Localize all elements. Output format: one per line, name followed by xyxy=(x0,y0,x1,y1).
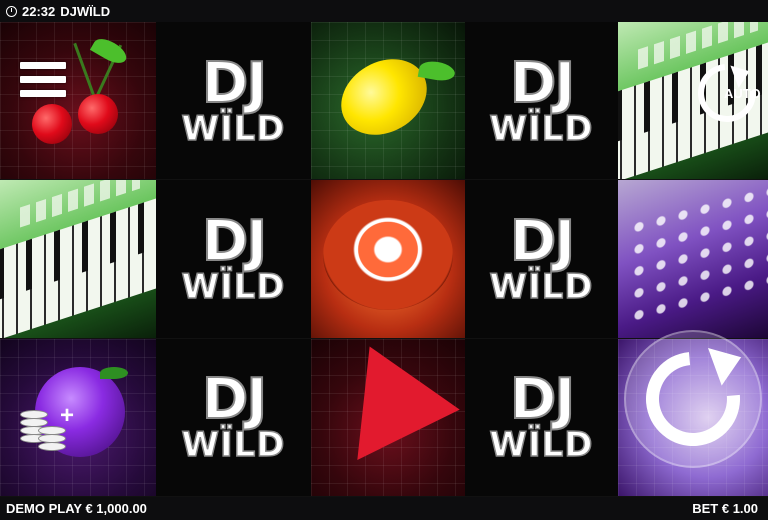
reel-2: DJ WÏLD DJ WÏLD DJ WÏLD xyxy=(156,22,311,497)
bet-display: BET € 1.00 xyxy=(692,501,758,516)
symbol-dj-wild: DJ WÏLD xyxy=(156,180,311,339)
symbol-dj-wild: DJ WÏLD xyxy=(465,180,618,339)
symbol-dj-wild: DJ WÏLD xyxy=(156,22,311,181)
symbol-dj-wild: DJ WÏLD xyxy=(465,22,618,181)
clock-time: 22:32 xyxy=(22,3,56,19)
clock-icon xyxy=(6,5,17,17)
reel-4: DJ WÏLD DJ WÏLD DJ WÏLD xyxy=(465,22,618,497)
symbol-keyboard xyxy=(0,180,156,339)
autoplay-button[interactable]: AUTO xyxy=(686,52,768,134)
symbol-lemon xyxy=(311,22,465,181)
autoplay-label: AUTO xyxy=(724,86,761,101)
footer-bar: DEMO PLAY € 1,000.00 BET € 1.00 xyxy=(0,497,768,520)
symbol-watermelon xyxy=(311,338,465,497)
symbol-dj-wild: DJ WÏLD xyxy=(156,339,311,497)
symbol-turntable xyxy=(311,180,465,339)
menu-button[interactable] xyxy=(20,62,66,104)
bet-settings-button[interactable]: + xyxy=(18,402,80,458)
game-title: DJWÏLD xyxy=(60,3,111,19)
symbol-dj-wild: DJ WÏLD xyxy=(465,339,618,497)
balance-display: DEMO PLAY € 1,000.00 xyxy=(6,501,147,516)
hamburger-icon xyxy=(20,62,66,97)
symbol-mixer xyxy=(618,180,768,339)
reel-3 xyxy=(311,22,465,497)
status-bar: 22:32 DJWÏLD xyxy=(0,0,768,22)
spin-button[interactable] xyxy=(624,330,762,468)
